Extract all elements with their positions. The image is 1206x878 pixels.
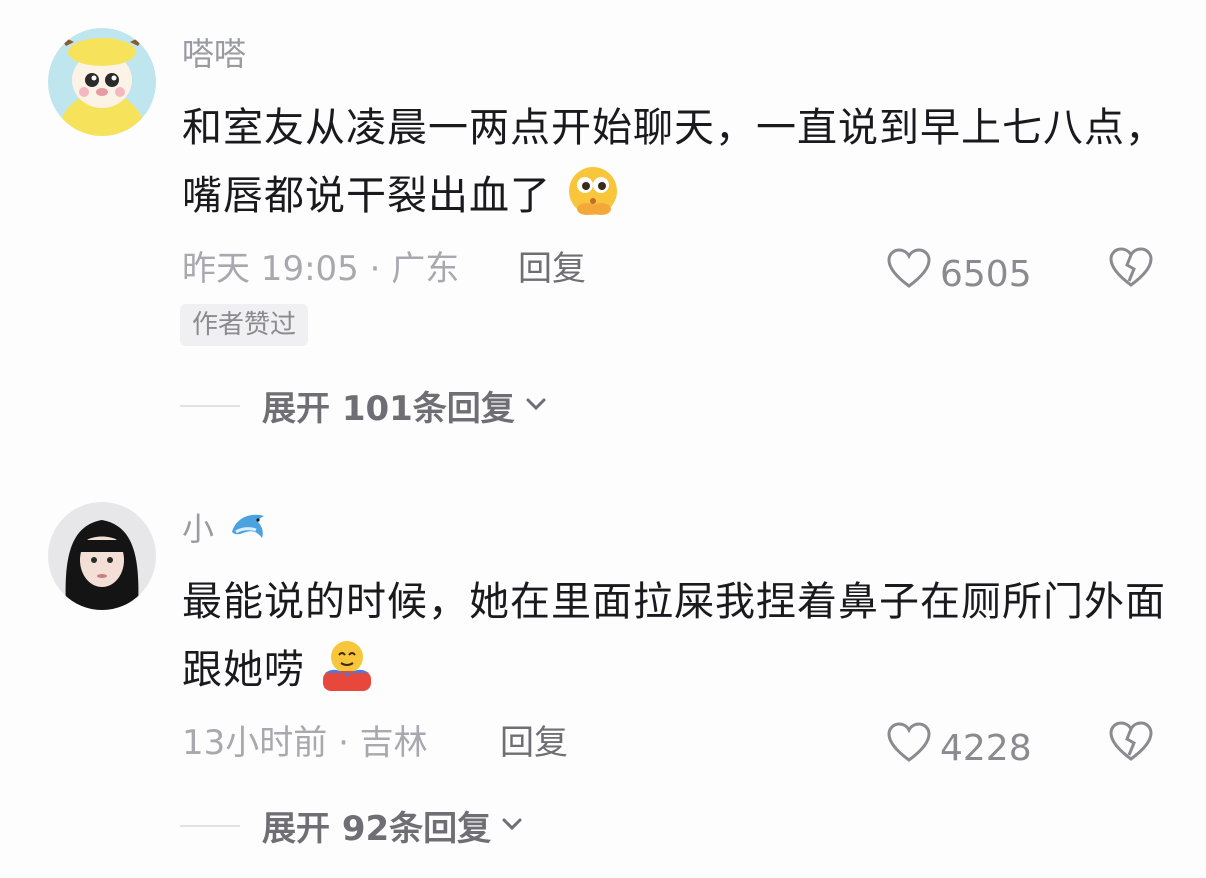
timestamp-location: 昨天 19:05 · 广东 — [182, 249, 460, 289]
username[interactable]: 嗒嗒 — [182, 34, 246, 74]
heart-icon — [886, 720, 932, 777]
expand-replies-label: 展开 101条回复 — [262, 389, 515, 429]
like-count: 6505 — [940, 253, 1032, 295]
avatar[interactable] — [48, 502, 156, 610]
comment-text: 和室友从凌晨一两点开始聊天，一直说到早上七八点，嘴唇都说干裂出血了 — [182, 94, 1172, 240]
dislike-button[interactable] — [1108, 719, 1154, 765]
username[interactable]: 小 — [182, 506, 270, 557]
chevron-down-icon — [491, 811, 525, 841]
chevron-down-icon — [515, 391, 549, 421]
broken-heart-icon — [1108, 247, 1154, 295]
hug-emoji-icon — [319, 637, 375, 714]
comment-text: 最能说的时候，她在里面拉屎我捏着鼻子在厕所门外面跟她唠 — [182, 568, 1172, 714]
reply-button[interactable]: 回复 — [518, 247, 586, 291]
like-button[interactable]: 6505 — [886, 246, 1032, 303]
author-liked-badge: 作者赞过 — [180, 304, 309, 346]
divider — [180, 824, 240, 827]
like-count: 4228 — [940, 727, 1032, 769]
heart-icon — [886, 246, 932, 303]
divider — [180, 404, 240, 407]
avatar[interactable] — [48, 28, 156, 136]
expand-replies-button[interactable]: 展开 101条回复 — [180, 381, 549, 430]
expand-replies-label: 展开 92条回复 — [262, 809, 492, 849]
dolphin-icon — [228, 506, 270, 557]
like-button[interactable]: 4228 — [886, 720, 1032, 777]
expand-replies-button[interactable]: 展开 92条回复 — [180, 801, 525, 850]
timestamp-location: 13小时前 · 吉林 — [182, 723, 428, 763]
thinking-face-emoji-icon — [565, 163, 621, 240]
dislike-button[interactable] — [1108, 245, 1154, 291]
reply-button[interactable]: 回复 — [500, 721, 568, 765]
broken-heart-icon — [1108, 721, 1154, 769]
